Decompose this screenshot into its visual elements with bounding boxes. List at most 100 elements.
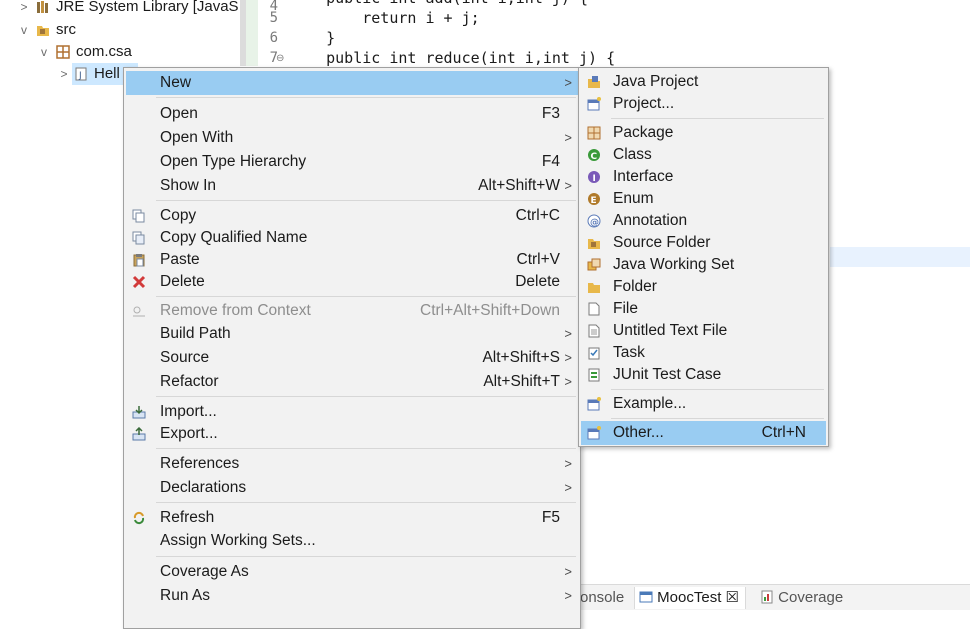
menu-item-interface[interactable]: I Interface [581, 165, 826, 189]
tree-item-package[interactable]: v com.csa [0, 41, 240, 63]
change-ruler [246, 0, 258, 66]
menu-item-label: Copy [160, 207, 197, 224]
menu-item-project[interactable]: Project... [581, 92, 826, 116]
menu-item-java-project[interactable]: Java Project [581, 70, 826, 94]
menu-item-label: Assign Working Sets... [160, 532, 316, 549]
menu-item-label: Refactor [160, 373, 219, 390]
menu-item-references[interactable]: References > [126, 452, 578, 476]
remove-from-context-icon [133, 306, 145, 317]
new-wizard-icon [587, 426, 601, 440]
menu-item-remove-from-context: Remove from Context Ctrl+Alt+Shift+Down [126, 299, 578, 323]
menu-item-label: Export... [160, 425, 218, 442]
tab-coverage[interactable]: Coverage [760, 587, 843, 609]
menu-item-label: Coverage As [160, 563, 249, 580]
menu-item-assign-working-sets[interactable]: Assign Working Sets... [126, 529, 578, 553]
menu-item-label: Enum [613, 190, 654, 207]
export-icon [132, 427, 146, 441]
code-line: public int reduce(int i,int j) { [290, 49, 616, 67]
menu-item-label: Open Type Hierarchy [160, 153, 307, 170]
class-icon: C [588, 149, 600, 162]
tab-console[interactable]: onsole [580, 587, 624, 609]
submenu-arrow-icon: > [564, 75, 572, 90]
menu-item-open[interactable]: Open F3 [126, 102, 578, 126]
menu-item-java-working-set[interactable]: Java Working Set [581, 253, 826, 277]
import-icon [132, 406, 146, 419]
menu-item-folder[interactable]: Folder [581, 275, 826, 299]
menu-item-shortcut: F4 [541, 153, 560, 170]
menu-item-junit-test-case[interactable]: JUnit Test Case [581, 363, 826, 387]
menu-item-task[interactable]: Task [581, 341, 826, 365]
menu-item-label: Build Path [160, 325, 231, 342]
expanded-arrow-icon[interactable]: v [18, 19, 30, 41]
library-icon [37, 1, 48, 13]
new-submenu: Java Project Project... Package C Class … [578, 67, 829, 447]
menu-item-run-as[interactable]: Run As > [126, 584, 578, 608]
menu-item-annotation[interactable]: @ Annotation [581, 209, 826, 233]
collapsed-arrow-icon[interactable]: > [58, 67, 70, 81]
tree-item-jre-library[interactable]: > JRE System Library [JavaS [0, 0, 240, 18]
fold-icon[interactable]: ⊖ [276, 53, 284, 64]
menu-item-package[interactable]: Package [581, 121, 826, 145]
expanded-arrow-icon[interactable]: v [38, 41, 50, 63]
menu-item-label: Show In [160, 177, 217, 194]
coverage-icon [761, 590, 773, 604]
menu-item-untitled-text-file[interactable]: Untitled Text File [581, 319, 826, 343]
menu-item-import[interactable]: Import... [126, 400, 578, 424]
current-line-highlight [830, 247, 970, 267]
enum-icon: E [588, 193, 600, 206]
menu-item-source-folder[interactable]: Source Folder [581, 231, 826, 255]
menu-item-label: JUnit Test Case [613, 366, 722, 383]
annotation-icon: @ [587, 214, 601, 228]
menu-item-label: Other... [613, 424, 664, 441]
view-icon [639, 591, 653, 603]
menu-item-copy-qualified-name[interactable]: Copy Qualified Name [126, 226, 578, 250]
menu-item-shortcut: Alt+Shift+T [483, 373, 560, 390]
menu-item-copy[interactable]: Copy Ctrl+C [126, 204, 578, 228]
menu-item-label: Folder [613, 278, 657, 295]
menu-item-label: Delete [160, 273, 205, 290]
submenu-arrow-icon: > [564, 326, 572, 341]
menu-item-refresh[interactable]: Refresh F5 [126, 506, 578, 530]
collapsed-arrow-icon[interactable]: > [18, 0, 30, 18]
menu-item-class[interactable]: C Class [581, 143, 826, 167]
menu-item-show-in[interactable]: Show In Alt+Shift+W > [126, 174, 578, 198]
menu-item-label: Annotation [613, 212, 688, 229]
submenu-arrow-icon: > [564, 588, 572, 603]
line-number: 5 [269, 10, 278, 26]
menu-item-example[interactable]: Example... [581, 392, 826, 416]
menu-item-file[interactable]: File [581, 297, 826, 321]
menu-separator [156, 296, 576, 297]
menu-item-label: Java Project [613, 73, 699, 90]
menu-item-export[interactable]: Export... [126, 422, 578, 446]
menu-item-declarations[interactable]: Declarations > [126, 476, 578, 500]
menu-item-open-type-hierarchy[interactable]: Open Type Hierarchy F4 [126, 150, 578, 174]
menu-item-enum[interactable]: E Enum [581, 187, 826, 211]
tree-item-label: Hell [94, 65, 120, 82]
tree-item-src[interactable]: v src [0, 19, 240, 41]
menu-item-build-path[interactable]: Build Path > [126, 322, 578, 346]
menu-separator [156, 97, 576, 98]
menu-item-source[interactable]: Source Alt+Shift+S > [126, 346, 578, 370]
menu-item-paste[interactable]: Paste Ctrl+V [126, 248, 578, 272]
menu-item-label: Java Working Set [613, 256, 735, 273]
tab-label: MoocTest [657, 589, 722, 606]
menu-item-refactor[interactable]: Refactor Alt+Shift+T > [126, 370, 578, 394]
menu-item-other[interactable]: Other... Ctrl+N [581, 421, 826, 445]
tab-mooctest[interactable]: MoocTest ☒ [634, 587, 746, 609]
tab-label: Coverage [778, 589, 844, 606]
menu-item-open-with[interactable]: Open With > [126, 126, 578, 150]
submenu-arrow-icon: > [564, 130, 572, 145]
code-line: } [290, 29, 336, 47]
menu-item-new[interactable]: New > [126, 71, 578, 95]
menu-item-label: Import... [160, 403, 217, 420]
menu-separator [156, 502, 576, 503]
refresh-icon [133, 511, 145, 525]
menu-item-coverage-as[interactable]: Coverage As > [126, 560, 578, 584]
close-icon[interactable]: ☒ [726, 589, 739, 606]
menu-item-label: Run As [160, 587, 210, 604]
code-line: public int add(int i,int j) { [290, 0, 588, 8]
menu-separator [611, 118, 824, 119]
menu-item-delete[interactable]: Delete Delete [126, 270, 578, 294]
source-folder-icon [37, 26, 49, 36]
svg-text:J: J [78, 71, 82, 81]
